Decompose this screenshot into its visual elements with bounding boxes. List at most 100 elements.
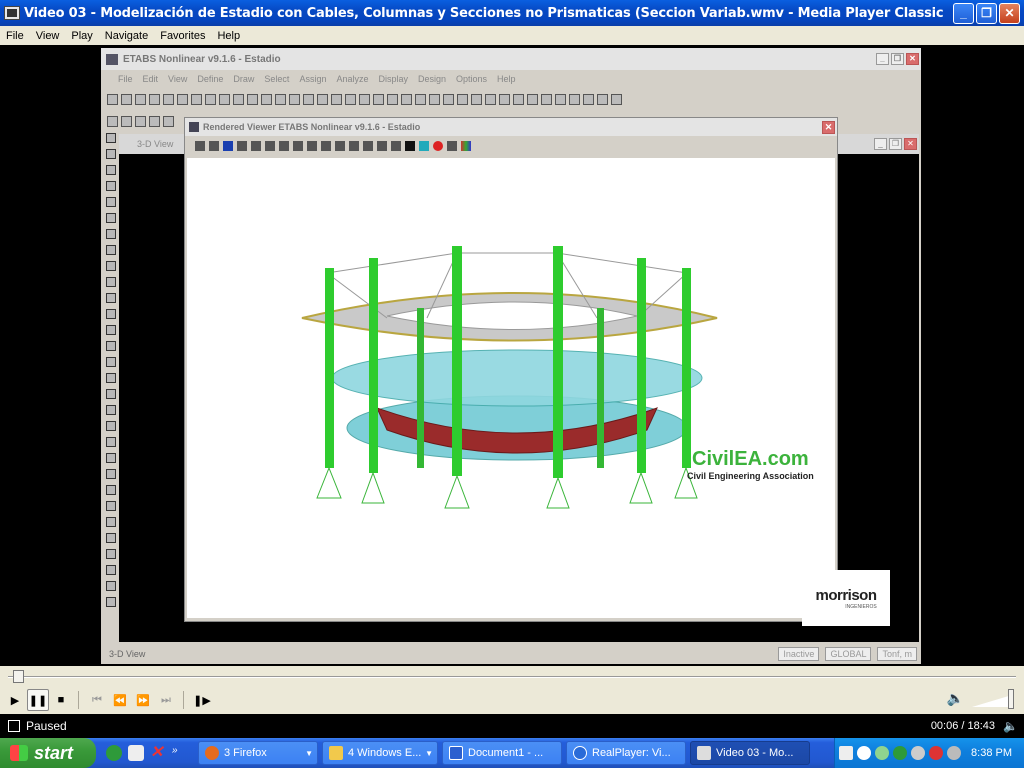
status-bar: Paused 00:06 / 18:43 🔈: [0, 714, 1024, 738]
playback-state: Paused: [26, 719, 67, 733]
taskbar-button-label: Video 03 - Mo...: [716, 747, 794, 759]
piano-icon[interactable]: [128, 745, 144, 761]
etabs-menu-item: Select: [264, 74, 290, 84]
video-rendered-viewer: Rendered Viewer ETABS Nonlinear v9.1.6 -…: [184, 117, 838, 622]
etabs-toolbar-1: [107, 88, 622, 110]
menu-navigate[interactable]: Navigate: [99, 30, 154, 42]
etabs-menu-item: Draw: [233, 74, 255, 84]
taskbar-button-video[interactable]: Video 03 - Mo...: [690, 741, 810, 765]
realplayer-icon: [573, 746, 587, 760]
menu-favorites[interactable]: Favorites: [154, 30, 211, 42]
rendered-viewer-close-icon: ✕: [822, 120, 835, 134]
etabs-menu-item: Help: [497, 74, 516, 84]
antivirus-icon[interactable]: [929, 746, 943, 760]
etabs-status-label: 3-D View: [109, 649, 146, 659]
stadium-render-image: [301, 246, 718, 509]
volume-control: 🔈: [947, 688, 1014, 709]
etabs-menu-item: Options: [456, 74, 488, 84]
next-icon[interactable]: ⏭: [155, 689, 177, 711]
etabs-left-toolbar: [103, 133, 119, 653]
etabs-menu-item: Display: [378, 74, 408, 84]
etabs-menu-item: Edit: [142, 74, 159, 84]
rendered-viewer-toolbar: [185, 136, 837, 156]
etabs-menu-item: Analyze: [336, 74, 369, 84]
seek-track[interactable]: [8, 676, 1016, 678]
keyboard-icon[interactable]: [839, 746, 853, 760]
clock: 8:38 PM: [971, 747, 1012, 759]
utorrent-tray-icon[interactable]: [893, 746, 907, 760]
speaker-icon[interactable]: 🔈: [947, 690, 964, 707]
playback-controls: ▶ ❚❚ ■ ⏮ ⏪ ⏩ ⏭ ❚▶ 🔈: [0, 686, 1024, 714]
volume-knob[interactable]: [1008, 688, 1014, 709]
etabs-status-field: Tonf, m: [877, 647, 917, 661]
maximize-button[interactable]: ❐: [976, 2, 997, 24]
view3d-title: 3-D View: [137, 139, 174, 149]
speaker-tray-icon[interactable]: [947, 746, 961, 760]
etabs-status-bar: 3-D View Inactive GLOBAL Tonf, m: [101, 644, 921, 664]
playback-time: 00:06 / 18:43: [930, 720, 996, 732]
rewind-button[interactable]: ⏪: [109, 689, 131, 711]
logo-sub: INGENIEROS: [845, 603, 877, 610]
controls-separator: [78, 691, 79, 709]
stop-button[interactable]: ■: [50, 689, 72, 711]
rendered-viewer-icon: [189, 122, 199, 132]
network-icon[interactable]: [875, 746, 889, 760]
video-area[interactable]: ETABS Nonlinear v9.1.6 - Estadio _ ❐ ✕ F…: [0, 45, 1024, 666]
taskbar-button-explorer[interactable]: 4 Windows E... ▼: [322, 741, 438, 765]
etabs-menu-item: Assign: [299, 74, 327, 84]
video-etabs-titlebar: ETABS Nonlinear v9.1.6 - Estadio _ ❐ ✕: [101, 48, 921, 70]
app-icon[interactable]: [4, 6, 20, 20]
play-button[interactable]: ▶: [4, 689, 26, 711]
taskbar-button-firefox[interactable]: 3 Firefox ▼: [198, 741, 318, 765]
taskbar-button-word[interactable]: Document1 - ...: [442, 741, 562, 765]
seek-bar[interactable]: [0, 666, 1024, 686]
close-button[interactable]: ✕: [999, 2, 1020, 24]
menu-play[interactable]: Play: [65, 30, 98, 42]
media-player-icon: [697, 746, 711, 760]
view3d-minimize-icon: _: [874, 138, 887, 150]
etabs-menu-item: Define: [197, 74, 224, 84]
video-etabs-menu: File Edit View Define Draw Select Assign…: [101, 70, 921, 88]
minimize-button[interactable]: _: [953, 2, 974, 24]
menu-bar: File View Play Navigate Favorites Help: [0, 26, 1024, 45]
rendered-viewer-titlebar: Rendered Viewer ETABS Nonlinear v9.1.6 -…: [185, 118, 837, 136]
bubble-icon[interactable]: [911, 746, 925, 760]
etabs-minimize-icon: _: [876, 53, 889, 65]
etabs-maximize-icon: ❐: [891, 53, 904, 65]
taskbar-button-realplayer[interactable]: RealPlayer: Vi...: [566, 741, 686, 765]
menu-help[interactable]: Help: [211, 30, 246, 42]
controls-separator: [183, 691, 184, 709]
taskbar-button-label: Document1 - ...: [468, 747, 544, 759]
frame-step-button[interactable]: ❚▶: [191, 689, 213, 711]
taskbar-button-label: 4 Windows E...: [348, 747, 422, 759]
back-arrow-icon[interactable]: [857, 746, 871, 760]
etabs-close-icon: ✕: [906, 53, 919, 65]
pause-button[interactable]: ❚❚: [27, 689, 49, 711]
etabs-toolbar-2: [107, 110, 174, 132]
taskbar-button-label: RealPlayer: Vi...: [592, 747, 671, 759]
volume-slider[interactable]: [972, 688, 1014, 709]
utorrent-icon[interactable]: [106, 745, 122, 761]
x-icon[interactable]: ✕: [150, 745, 166, 761]
word-icon: [449, 746, 463, 760]
chevron-down-icon: ▼: [425, 748, 433, 758]
window-title: Video 03 - Modelización de Estadio con C…: [24, 5, 944, 21]
seek-thumb[interactable]: [12, 670, 24, 683]
fast-forward-button[interactable]: ⏩: [132, 689, 154, 711]
civilea-watermark: CivilEA.com Civil Engineering Associatio…: [687, 448, 814, 481]
previous-icon[interactable]: ⏮: [86, 689, 108, 711]
menu-view[interactable]: View: [30, 30, 66, 42]
start-label: start: [34, 742, 74, 763]
video-etabs-title: ETABS Nonlinear v9.1.6 - Estadio: [123, 53, 281, 65]
folder-icon: [329, 746, 343, 760]
rendered-viewer-title: Rendered Viewer ETABS Nonlinear v9.1.6 -…: [203, 122, 421, 132]
watermark-main: CivilEA.com: [692, 448, 809, 470]
menu-file[interactable]: File: [0, 30, 30, 42]
start-button[interactable]: start: [0, 738, 96, 768]
watermark-sub: Civil Engineering Association: [687, 471, 814, 481]
stadium-3d-render: CivilEA.com Civil Engineering Associatio…: [187, 158, 835, 618]
system-tray: 8:38 PM: [834, 738, 1024, 768]
taskbar-button-label: 3 Firefox: [224, 747, 267, 759]
title-bar: Video 03 - Modelización de Estadio con C…: [0, 0, 1024, 26]
chevron-more-icon[interactable]: »: [172, 745, 188, 761]
